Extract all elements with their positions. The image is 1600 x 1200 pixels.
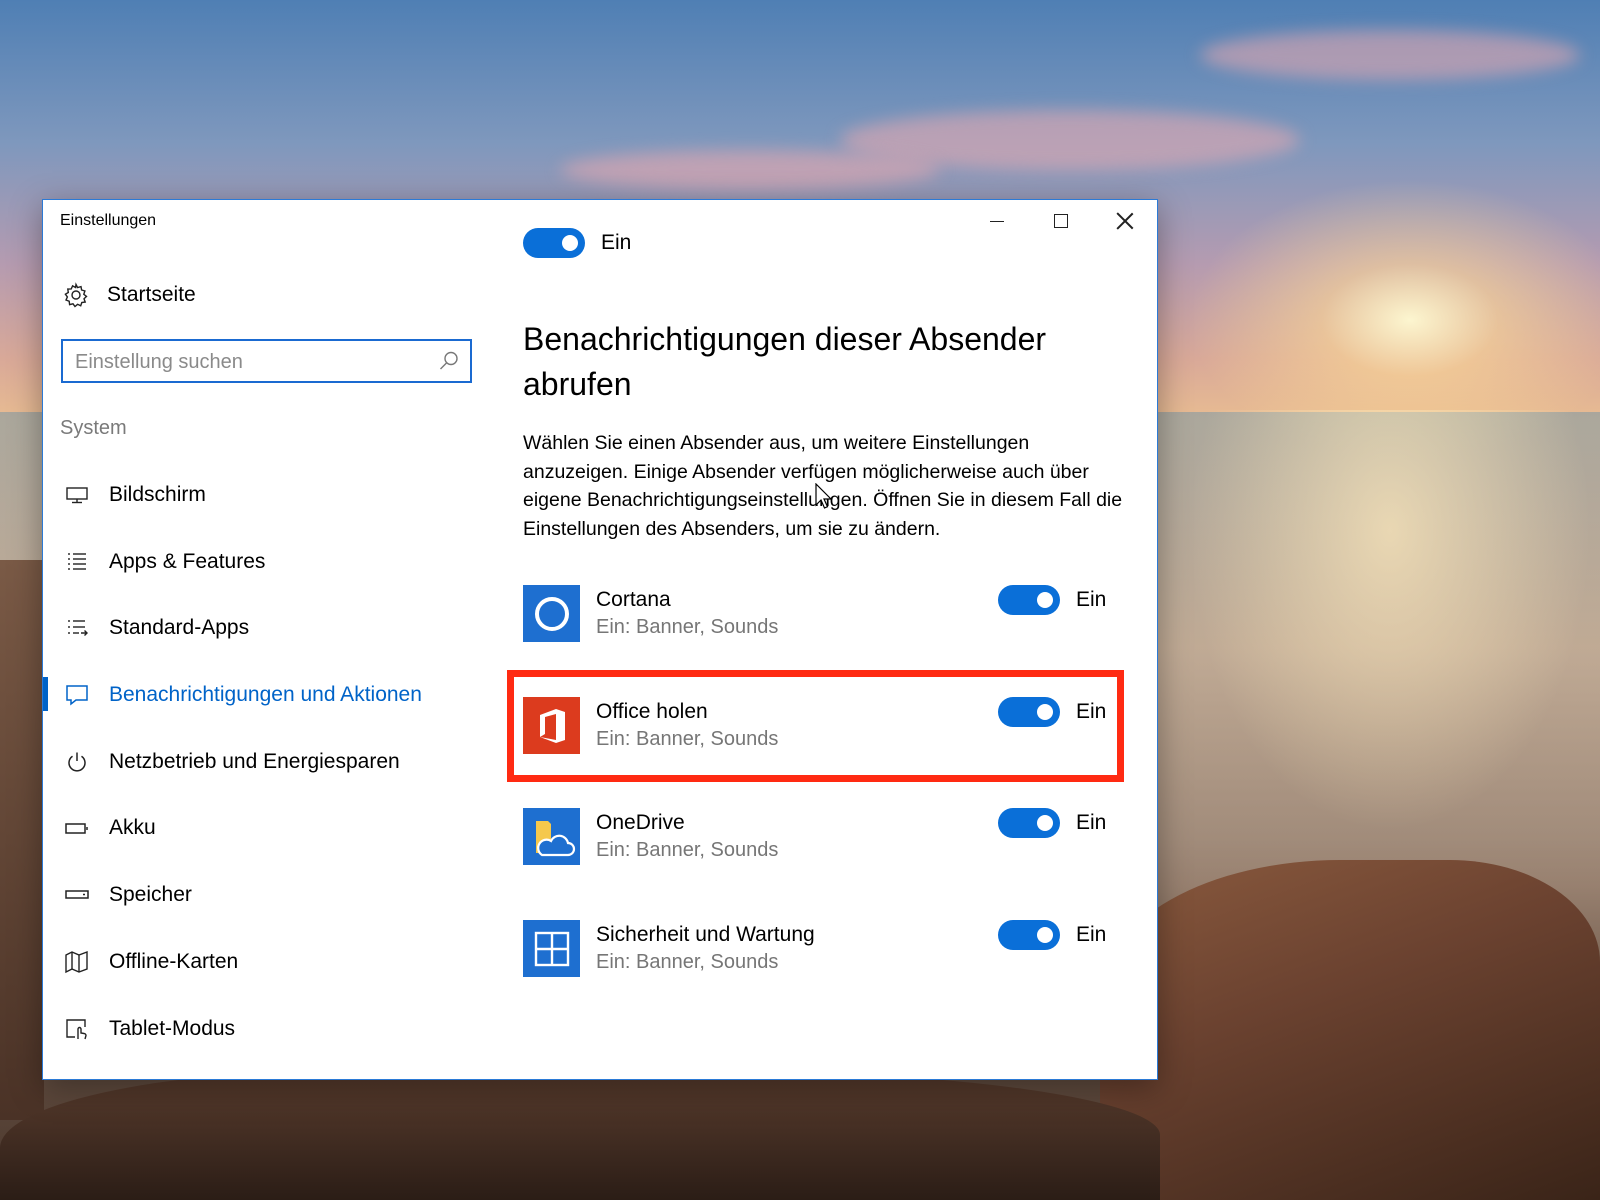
sidebar-item-label: Tablet-Modus — [109, 1017, 236, 1040]
sidebar-item-apps-features[interactable]: Apps & Features — [43, 534, 491, 590]
sidebar-item-tablet-modus[interactable]: Tablet-Modus — [43, 1001, 491, 1057]
sender-row-onedrive[interactable]: OneDrive Ein: Banner, Sounds Ein — [523, 808, 1123, 868]
office-icon — [523, 697, 580, 754]
sender-name: OneDrive — [596, 811, 685, 834]
sender-row-cortana[interactable]: Cortana Ein: Banner, Sounds Ein — [523, 585, 1123, 645]
mouse-cursor-icon — [815, 483, 833, 509]
sender-status: Ein: Banner, Sounds — [596, 839, 779, 861]
sidebar-item-standard-apps[interactable]: Standard-Apps — [43, 600, 491, 656]
sidebar-item-speicher[interactable]: Speicher — [43, 867, 491, 923]
close-icon — [1116, 212, 1134, 230]
cortana-icon — [523, 585, 580, 642]
sidebar-item-label: Speicher — [109, 883, 192, 906]
sender-row-office[interactable]: Office holen Ein: Banner, Sounds Ein — [523, 697, 1123, 757]
battery-icon — [63, 814, 91, 842]
search-box[interactable] — [61, 339, 472, 383]
onedrive-toggle[interactable] — [998, 808, 1060, 838]
wallpaper-rocks-bottom — [0, 1070, 1160, 1200]
gear-icon — [64, 282, 88, 308]
toggle-knob — [562, 235, 578, 251]
toggle-knob — [1037, 815, 1053, 831]
onedrive-icon — [523, 808, 580, 865]
toggle-knob — [1037, 704, 1053, 720]
settings-window: Einstellungen Startseite Einstellung suc… — [42, 199, 1158, 1080]
toggle-state-label: Ein — [601, 231, 632, 254]
wallpaper-rocks-left — [0, 560, 44, 1120]
cortana-toggle[interactable] — [998, 585, 1060, 615]
sicherheit-toggle[interactable] — [998, 920, 1060, 950]
sidebar-item-label: Benachrichtigungen und Aktionen — [109, 683, 422, 706]
minimize-icon — [990, 220, 1004, 222]
window-title: Einstellungen — [60, 212, 157, 229]
sidebar-item-bildschirm[interactable]: Bildschirm — [43, 467, 491, 523]
search-icon[interactable] — [438, 350, 460, 372]
sender-status: Ein: Banner, Sounds — [596, 616, 779, 638]
monitor-icon — [63, 481, 91, 509]
maximize-button[interactable] — [1029, 200, 1093, 242]
map-icon — [63, 948, 91, 976]
search-input[interactable] — [75, 349, 425, 375]
toggle-state-label: Ein — [1076, 811, 1107, 834]
minimize-button[interactable] — [965, 200, 1029, 242]
main-content: Ein Benachrichtigungen dieser Absender a… — [503, 228, 1153, 1079]
sender-name: Office holen — [596, 700, 708, 723]
sidebar-item-benachrichtigungen[interactable]: Benachrichtigungen und Aktionen — [43, 667, 491, 723]
wallpaper-rocks-right — [1100, 860, 1600, 1200]
toggle-knob — [1037, 927, 1053, 943]
sidebar-item-label: Netzbetrieb und Energiesparen — [109, 750, 400, 773]
home-link[interactable]: Startseite — [63, 278, 196, 312]
list-icon — [63, 548, 91, 576]
sender-status: Ein: Banner, Sounds — [596, 728, 779, 750]
sidebar-item-label: Standard-Apps — [109, 616, 250, 639]
home-label: Startseite — [107, 283, 196, 306]
wallpaper-cloud — [1200, 30, 1580, 80]
sender-name: Sicherheit und Wartung — [596, 923, 815, 946]
sidebar-item-label: Offline-Karten — [109, 950, 239, 973]
section-label-system: System — [60, 417, 127, 439]
tablet-icon — [63, 1015, 91, 1043]
top-toggle-row: Ein — [523, 228, 631, 258]
default-apps-icon — [63, 614, 91, 642]
sidebar-item-akku[interactable]: Akku — [43, 800, 491, 856]
toggle-state-label: Ein — [1076, 588, 1107, 611]
page-heading: Benachrichtigungen dieser Absender abruf… — [523, 321, 1047, 402]
security-maintenance-icon — [523, 920, 580, 977]
sidebar-item-label: Akku — [109, 816, 156, 839]
toggle-switch[interactable] — [523, 228, 585, 258]
maximize-icon — [1054, 214, 1068, 228]
storage-icon — [63, 881, 91, 909]
toggle-knob — [1037, 592, 1053, 608]
wallpaper-cloud — [560, 150, 940, 190]
power-icon — [63, 748, 91, 776]
close-button[interactable] — [1093, 200, 1157, 242]
sidebar-item-offline-karten[interactable]: Offline-Karten — [43, 934, 491, 990]
sidebar-item-label: Bildschirm — [109, 483, 206, 506]
sidebar-item-label: Apps & Features — [109, 550, 266, 573]
sender-row-sicherheit-wartung[interactable]: Sicherheit und Wartung Ein: Banner, Soun… — [523, 920, 1123, 980]
toggle-state-label: Ein — [1076, 923, 1107, 946]
sender-name: Cortana — [596, 588, 671, 611]
notification-icon — [63, 681, 91, 709]
office-toggle[interactable] — [998, 697, 1060, 727]
sender-status: Ein: Banner, Sounds — [596, 951, 779, 973]
sidebar-item-netzbetrieb[interactable]: Netzbetrieb und Energiesparen — [43, 734, 491, 790]
toggle-state-label: Ein — [1076, 700, 1107, 723]
